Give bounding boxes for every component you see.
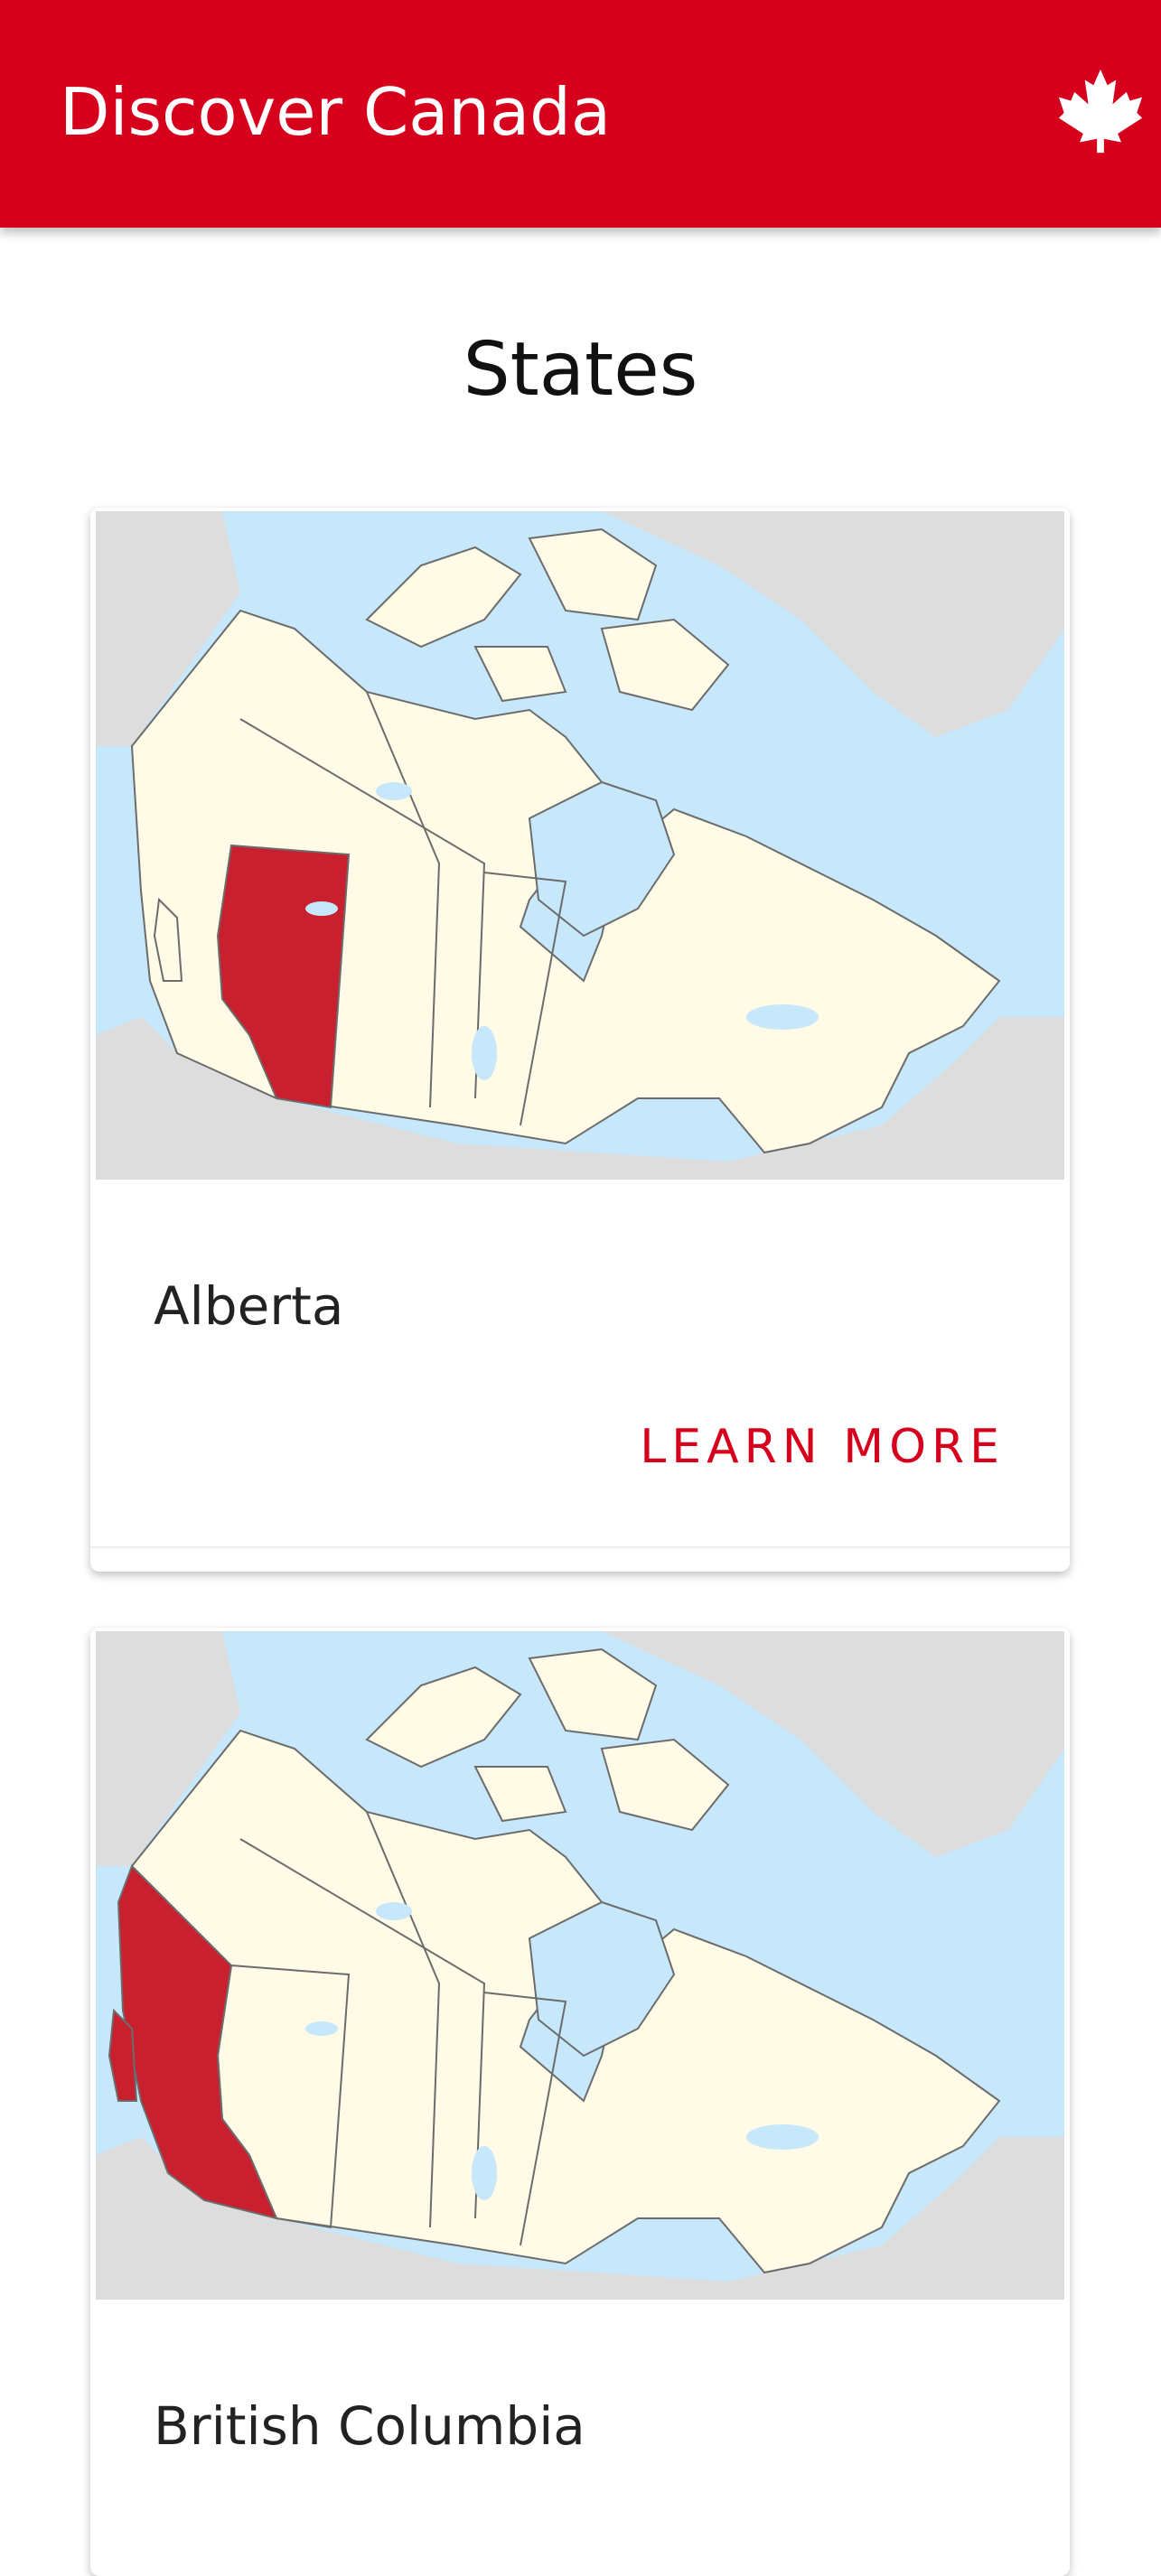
province-name: Alberta: [154, 1275, 344, 1337]
app-title: Discover Canada: [60, 74, 611, 150]
province-card: Alberta LEARN MORE: [90, 508, 1070, 1572]
province-map-british-columbia: [96, 1631, 1064, 2300]
learn-more-button[interactable]: LEARN MORE: [640, 1420, 1005, 1474]
province-map-alberta: [96, 511, 1064, 1180]
province-card: British Columbia: [90, 1628, 1070, 2576]
card-divider: [90, 1546, 1070, 1548]
page-title: States: [463, 327, 698, 413]
province-name: British Columbia: [154, 2395, 585, 2457]
maple-leaf-icon: [1058, 69, 1143, 154]
app-bar: Discover Canada: [0, 0, 1161, 228]
